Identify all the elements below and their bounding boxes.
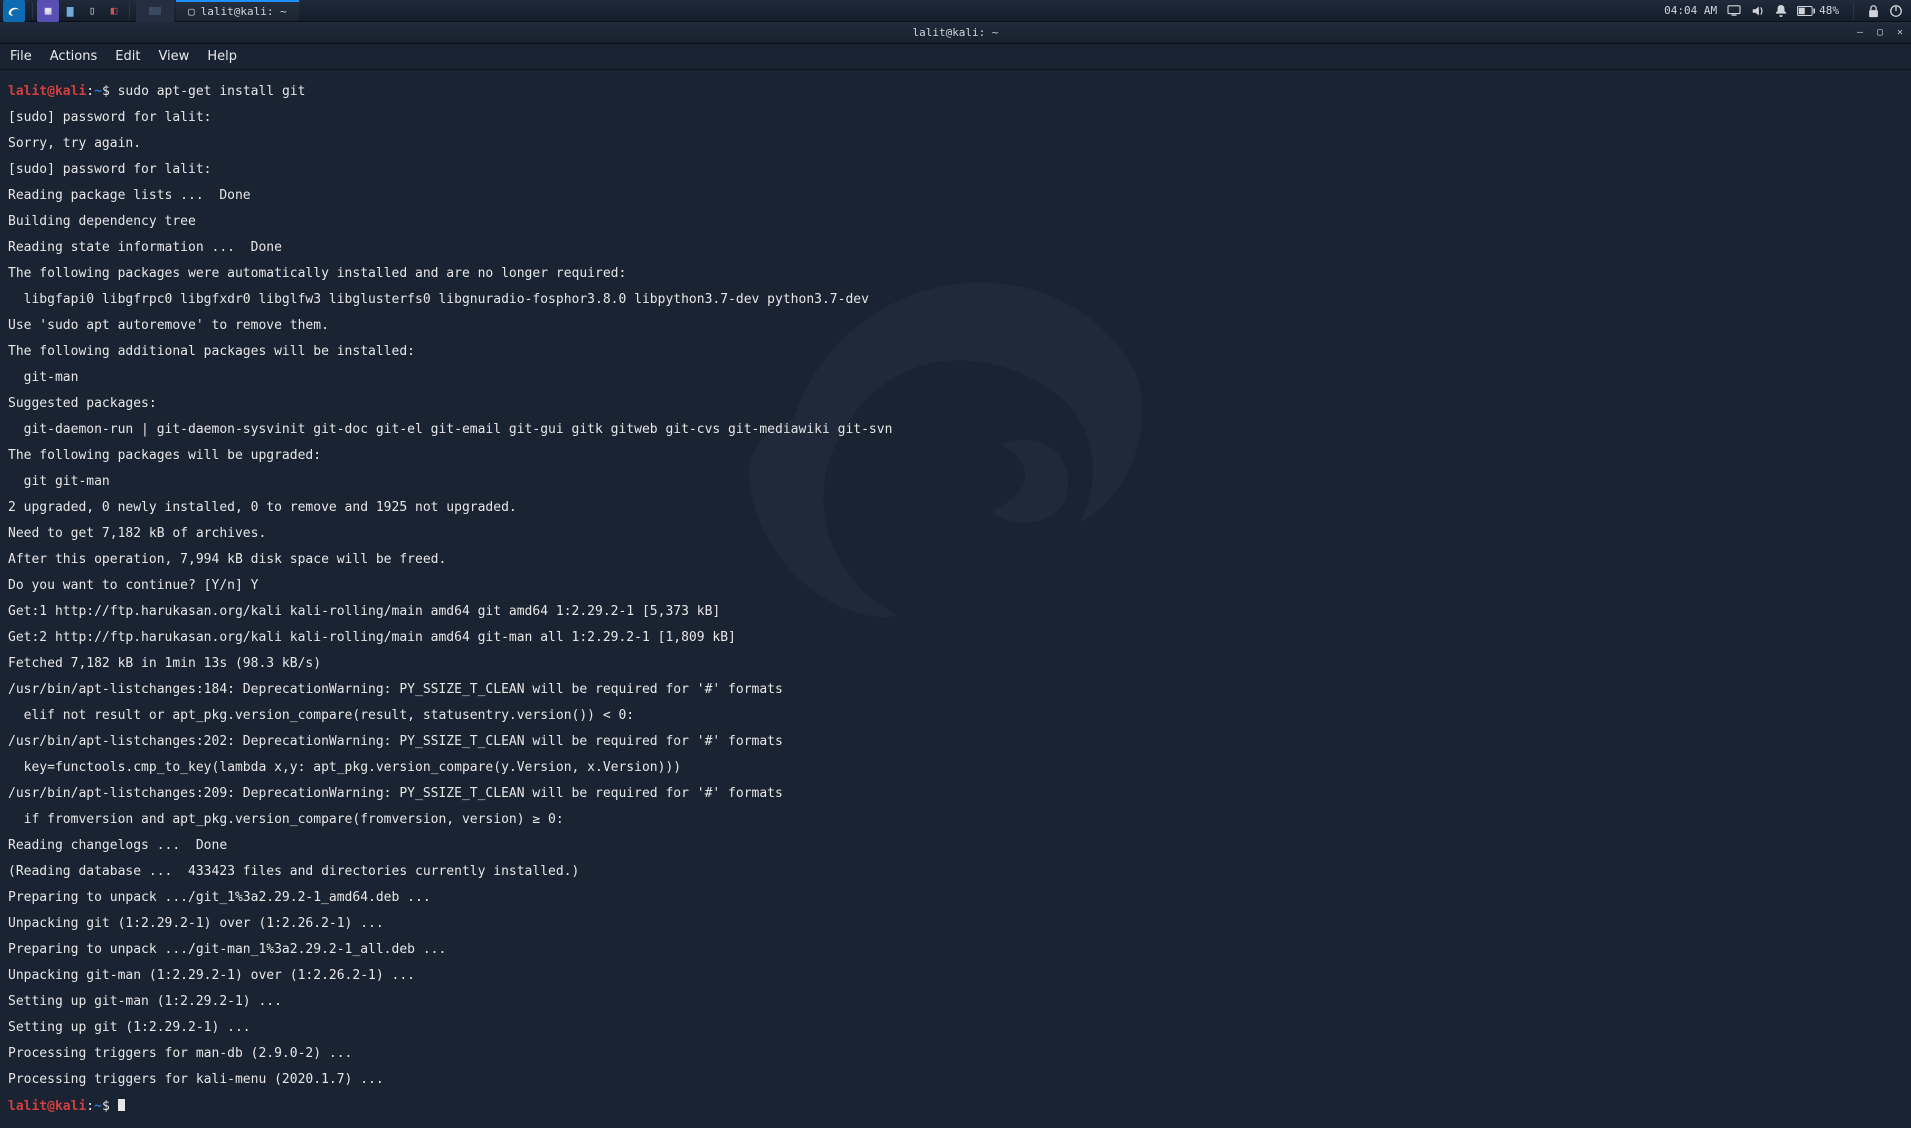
panel-left: ▦ ▆ ▯ ◧ ▢ lalit@kali: ~ bbox=[0, 0, 299, 21]
terminal-line: Preparing to unpack .../git_1%3a2.29.2-1… bbox=[8, 891, 1903, 904]
launcher-files-icon[interactable]: ▆ bbox=[59, 0, 81, 22]
terminal-line: Unpacking git (1:2.29.2-1) over (1:2.26.… bbox=[8, 917, 1903, 930]
terminal-line: git-daemon-run | git-daemon-sysvinit git… bbox=[8, 423, 1903, 436]
terminal-line: Processing triggers for man-db (2.9.0-2)… bbox=[8, 1047, 1903, 1060]
separator bbox=[129, 3, 130, 19]
terminal-area[interactable]: lalit@kali:~$ sudo apt-get install git [… bbox=[0, 70, 1911, 1128]
panel-right: 04:04 AM 48% bbox=[1664, 3, 1911, 19]
cursor bbox=[118, 1099, 125, 1111]
power-icon[interactable] bbox=[1889, 4, 1903, 18]
lock-icon[interactable] bbox=[1868, 4, 1879, 18]
separator bbox=[32, 3, 33, 19]
top-panel: ▦ ▆ ▯ ◧ ▢ lalit@kali: ~ 04:04 AM 48% bbox=[0, 0, 1911, 22]
maximize-button[interactable]: ▢ bbox=[1873, 26, 1887, 40]
minimize-button[interactable]: — bbox=[1853, 26, 1867, 40]
terminal-line: Unpacking git-man (1:2.29.2-1) over (1:2… bbox=[8, 969, 1903, 982]
terminal-line: Reading state information ... Done bbox=[8, 241, 1903, 254]
close-button[interactable]: ✕ bbox=[1893, 26, 1907, 40]
terminal-line: Building dependency tree bbox=[8, 215, 1903, 228]
taskbar-item-terminal[interactable]: ▢ lalit@kali: ~ bbox=[176, 0, 299, 21]
terminal-line: Reading changelogs ... Done bbox=[8, 839, 1903, 852]
terminal-line: 2 upgraded, 0 newly installed, 0 to remo… bbox=[8, 501, 1903, 514]
battery-percent: 48% bbox=[1819, 4, 1839, 17]
terminal-line: Get:2 http://ftp.harukasan.org/kali kali… bbox=[8, 631, 1903, 644]
notifications-icon[interactable] bbox=[1775, 4, 1787, 18]
clock[interactable]: 04:04 AM bbox=[1664, 4, 1717, 17]
launcher-terminal-icon[interactable]: ▯ bbox=[81, 0, 103, 22]
terminal-line: key=functools.cmp_to_key(lambda x,y: apt… bbox=[8, 761, 1903, 774]
terminal-line: git-man bbox=[8, 371, 1903, 384]
terminal-line: /usr/bin/apt-listchanges:209: Deprecatio… bbox=[8, 787, 1903, 800]
menu-file[interactable]: File bbox=[10, 49, 32, 64]
terminal-line: /usr/bin/apt-listchanges:184: Deprecatio… bbox=[8, 683, 1903, 696]
menu-edit[interactable]: Edit bbox=[115, 49, 140, 64]
terminal-line: Preparing to unpack .../git-man_1%3a2.29… bbox=[8, 943, 1903, 956]
launcher-desktop-icon[interactable]: ▦ bbox=[37, 0, 59, 22]
display-icon[interactable] bbox=[1727, 5, 1741, 17]
terminal-line: Setting up git (1:2.29.2-1) ... bbox=[8, 1021, 1903, 1034]
volume-icon[interactable] bbox=[1751, 4, 1765, 18]
terminal-line: The following packages will be upgraded: bbox=[8, 449, 1903, 462]
terminal-line: lalit@kali:~$ bbox=[8, 1099, 1903, 1113]
terminal-line: [sudo] password for lalit: bbox=[8, 163, 1903, 176]
terminal-line: /usr/bin/apt-listchanges:202: Deprecatio… bbox=[8, 735, 1903, 748]
terminal-line: Sorry, try again. bbox=[8, 137, 1903, 150]
terminal-menubar: File Actions Edit View Help bbox=[0, 44, 1911, 70]
terminal-line: (Reading database ... 433423 files and d… bbox=[8, 865, 1903, 878]
terminal-line: Do you want to continue? [Y/n] Y bbox=[8, 579, 1903, 592]
workspace-1[interactable] bbox=[136, 0, 174, 22]
menu-view[interactable]: View bbox=[158, 49, 189, 64]
kali-menu-icon[interactable] bbox=[3, 0, 25, 22]
window-title: lalit@kali: ~ bbox=[912, 26, 998, 39]
terminal-line: Get:1 http://ftp.harukasan.org/kali kali… bbox=[8, 605, 1903, 618]
terminal-line: After this operation, 7,994 kB disk spac… bbox=[8, 553, 1903, 566]
terminal-line: [sudo] password for lalit: bbox=[8, 111, 1903, 124]
terminal-line: Need to get 7,182 kB of archives. bbox=[8, 527, 1903, 540]
terminal-line: lalit@kali:~$ sudo apt-get install git bbox=[8, 85, 1903, 98]
terminal-line: Setting up git-man (1:2.29.2-1) ... bbox=[8, 995, 1903, 1008]
terminal-line: git git-man bbox=[8, 475, 1903, 488]
terminal-icon: ▢ bbox=[188, 5, 195, 18]
terminal-line: elif not result or apt_pkg.version_compa… bbox=[8, 709, 1903, 722]
menu-help[interactable]: Help bbox=[207, 49, 237, 64]
taskbar-item-label: lalit@kali: ~ bbox=[201, 5, 287, 18]
separator bbox=[1853, 3, 1854, 19]
launcher-app-icon[interactable]: ◧ bbox=[103, 0, 125, 22]
terminal-line: Processing triggers for kali-menu (2020.… bbox=[8, 1073, 1903, 1086]
window-controls: — ▢ ✕ bbox=[1853, 22, 1907, 43]
terminal-line: if fromversion and apt_pkg.version_compa… bbox=[8, 813, 1903, 826]
terminal-line: Use 'sudo apt autoremove' to remove them… bbox=[8, 319, 1903, 332]
menu-actions[interactable]: Actions bbox=[50, 49, 98, 64]
terminal-line: The following additional packages will b… bbox=[8, 345, 1903, 358]
terminal-line: Suggested packages: bbox=[8, 397, 1903, 410]
terminal-line: The following packages were automaticall… bbox=[8, 267, 1903, 280]
terminal-line: Reading package lists ... Done bbox=[8, 189, 1903, 202]
terminal-line: libgfapi0 libgfrpc0 libgfxdr0 libglfw3 l… bbox=[8, 293, 1903, 306]
battery-indicator[interactable]: 48% bbox=[1797, 4, 1839, 17]
window-titlebar[interactable]: lalit@kali: ~ — ▢ ✕ bbox=[0, 22, 1911, 44]
terminal-line: Fetched 7,182 kB in 1min 13s (98.3 kB/s) bbox=[8, 657, 1903, 670]
